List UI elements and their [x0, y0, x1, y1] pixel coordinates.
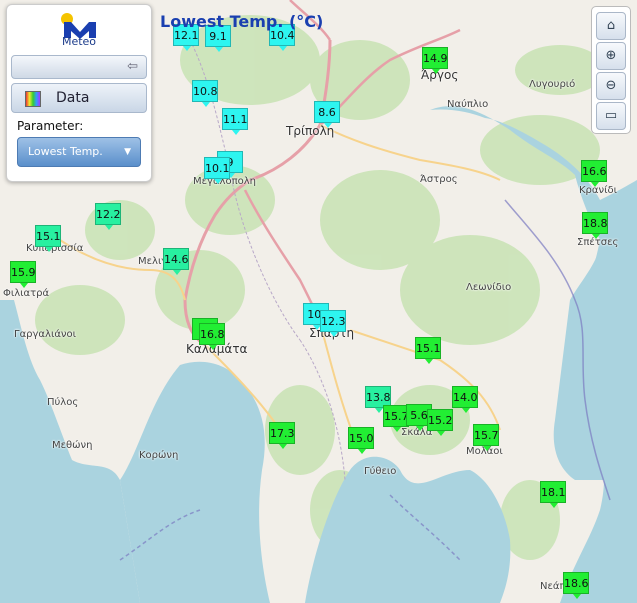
data-button[interactable]: Data [11, 83, 147, 113]
chevron-down-icon: ▼ [124, 147, 131, 157]
place-nafplio: Ναύπλιο [447, 99, 489, 110]
home-icon: ⌂ [606, 18, 616, 33]
station-marker[interactable]: 14.9 [422, 47, 448, 74]
station-marker[interactable]: 16.8 [199, 323, 225, 350]
parameter-select[interactable]: Lowest Temp. ▼ [17, 137, 141, 167]
zoom-in-icon: ⊕ [605, 48, 617, 63]
station-marker[interactable]: 18.1 [540, 481, 566, 508]
station-marker[interactable]: 15.0 [348, 427, 374, 454]
fullscreen-button[interactable]: ▭ [596, 102, 626, 130]
place-pylos: Πύλος [47, 397, 79, 408]
home-button[interactable]: ⌂ [596, 12, 626, 40]
fullscreen-icon: ▭ [604, 108, 618, 123]
station-marker[interactable]: 15.7 [473, 424, 499, 451]
palette-icon [25, 91, 41, 107]
place-astros: Άστρος [420, 174, 458, 185]
station-marker[interactable]: 12.2 [95, 203, 121, 230]
parameter-select-value: Lowest Temp. [28, 145, 103, 158]
station-marker[interactable]: 17.3 [269, 422, 295, 449]
place-neapoli: Νεάπ [540, 581, 566, 592]
data-button-label: Data [56, 90, 90, 106]
station-marker[interactable]: 16.6 [581, 160, 607, 187]
station-marker[interactable]: 18.6 [563, 572, 589, 599]
place-gytheio: Γύθειο [364, 466, 397, 477]
map-title: Lowest Temp. (°C) [160, 12, 324, 31]
time-slider[interactable]: ⇦ [11, 55, 147, 79]
station-marker[interactable]: 12.3 [320, 310, 346, 337]
station-marker[interactable]: 14.6 [163, 248, 189, 275]
place-filiatra: Φιλιατρά [3, 288, 50, 299]
zoom-out-icon: ⊖ [605, 78, 617, 93]
station-marker[interactable]: 15.9 [10, 261, 36, 288]
station-marker[interactable]: 10.1 [204, 157, 230, 184]
station-marker[interactable]: 14.0 [452, 386, 478, 413]
place-methoni: Μεθώνη [52, 440, 93, 451]
arrow-left-icon[interactable]: ⇦ [127, 59, 138, 74]
map-view[interactable]: Άργος Ναύπλιο Λυγουριό Τρίπολη Μεγαλόπολ… [0, 0, 637, 603]
parameter-label: Parameter: [17, 119, 84, 133]
place-leonidio: Λεωνίδιο [466, 282, 512, 293]
zoom-out-button[interactable]: ⊖ [596, 72, 626, 100]
map-toolbar: ⌂ ⊕ ⊖ ▭ [591, 6, 631, 134]
station-marker[interactable]: 15.1 [415, 337, 441, 364]
zoom-in-button[interactable]: ⊕ [596, 42, 626, 70]
station-marker[interactable]: 18.8 [582, 212, 608, 239]
station-marker[interactable]: 10.8 [192, 80, 218, 107]
control-panel: Meteo ⇦ Data Parameter: Lowest Temp. ▼ [6, 4, 152, 182]
station-marker[interactable]: 15.2 [427, 409, 453, 436]
logo-text: Meteo [61, 35, 97, 48]
station-marker[interactable]: 15.1 [35, 225, 61, 252]
station-marker[interactable]: 11.1 [222, 108, 248, 135]
place-koroni: Κορώνη [139, 450, 179, 461]
place-gargalianoi: Γαργαλιάνοι [14, 329, 77, 340]
station-marker[interactable]: 8.6 [314, 101, 340, 128]
place-lygourio: Λυγουριό [529, 79, 576, 90]
